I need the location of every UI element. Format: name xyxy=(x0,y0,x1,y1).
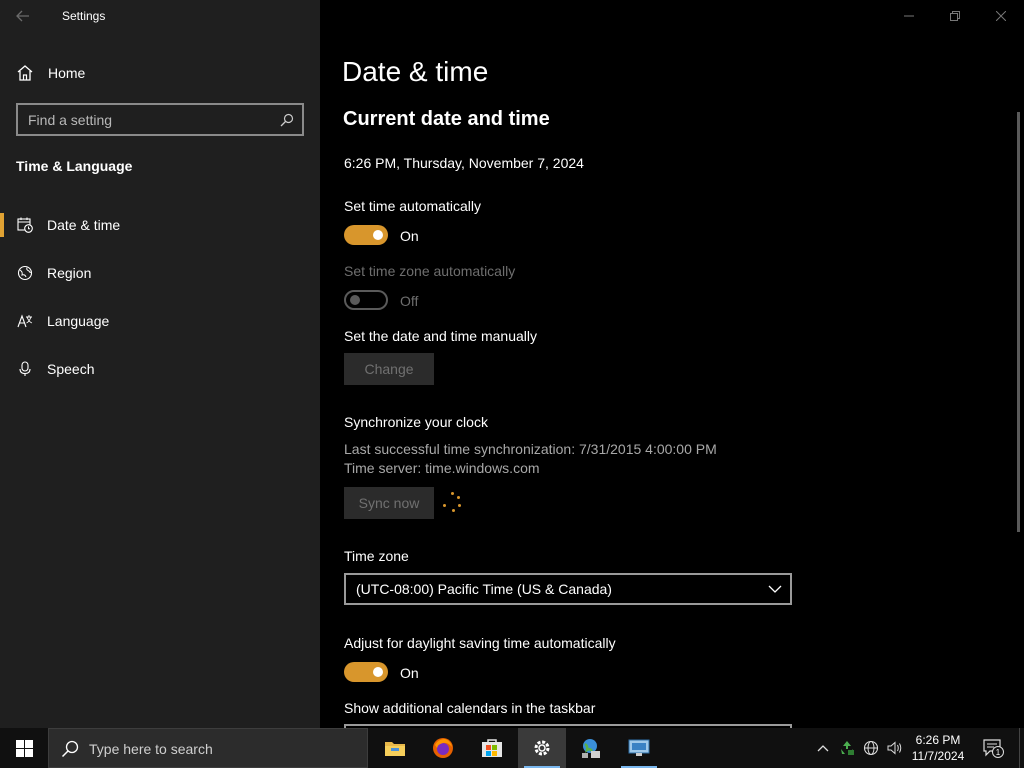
microphone-icon xyxy=(19,361,31,376)
restore-button[interactable] xyxy=(932,0,978,32)
home-nav-item[interactable]: Home xyxy=(0,56,320,90)
remote-desktop-icon xyxy=(628,739,650,756)
set-time-automatically-label: Set time automatically xyxy=(344,198,481,214)
toggle-state-text: Off xyxy=(400,293,419,309)
store-icon xyxy=(482,739,502,757)
change-button[interactable]: Change xyxy=(344,353,434,385)
sidebar-item-label: Language xyxy=(47,313,110,329)
time-zone-label: Time zone xyxy=(344,548,409,564)
network-tray-button[interactable] xyxy=(860,728,882,768)
sidebar-item-label: Region xyxy=(47,265,92,281)
toggle-knob xyxy=(373,667,383,677)
last-sync-text: Last successful time synchronization: 7/… xyxy=(344,441,717,457)
clock-date: 11/7/2024 xyxy=(911,749,965,763)
language-icon xyxy=(17,314,33,328)
dst-toggle[interactable] xyxy=(344,662,388,682)
minimize-icon xyxy=(904,15,914,17)
content-pane: Date & time Current date and time 6:26 P… xyxy=(320,0,1024,728)
taskbar-search[interactable]: Type here to search xyxy=(48,728,368,768)
sidebar-item-date-time[interactable]: Date & time xyxy=(0,205,320,245)
show-hidden-icons-button[interactable] xyxy=(812,728,834,768)
volume-icon xyxy=(887,741,902,755)
toggle-state-text: On xyxy=(400,228,419,244)
notification-icon: 1 xyxy=(983,739,1004,758)
find-setting-input[interactable] xyxy=(28,111,268,129)
network-globe-icon xyxy=(863,740,879,756)
time-zone-dropdown[interactable]: (UTC-08:00) Pacific Time (US & Canada) xyxy=(344,573,792,605)
home-icon xyxy=(17,65,33,81)
close-icon xyxy=(996,11,1006,21)
taskbar-settings[interactable] xyxy=(518,728,566,768)
navigation-pane: Settings Home Time & Language Date & tim… xyxy=(0,0,320,728)
show-desktop-button[interactable] xyxy=(1019,728,1024,768)
time-server-text: Time server: time.windows.com xyxy=(344,460,540,476)
windows-logo-icon xyxy=(15,739,33,757)
search-icon xyxy=(61,740,79,758)
back-button[interactable] xyxy=(10,4,36,28)
notification-count: 1 xyxy=(996,748,1001,757)
tray-app[interactable] xyxy=(836,728,858,768)
taskbar-clock[interactable]: 6:26 PM 11/7/2024 xyxy=(906,732,970,764)
taskbar-file-explorer[interactable] xyxy=(371,728,419,768)
sidebar-item-language[interactable]: Language xyxy=(0,301,320,341)
sidebar-item-speech[interactable]: Speech xyxy=(0,349,320,389)
action-center-button[interactable]: 1 xyxy=(978,728,1008,768)
taskbar-network-app[interactable] xyxy=(566,728,614,768)
calendar-clock-icon xyxy=(17,217,33,233)
recycle-tray-icon xyxy=(841,741,854,755)
search-icon[interactable] xyxy=(280,113,294,127)
taskbar-firefox[interactable] xyxy=(419,728,467,768)
globe-icon xyxy=(17,265,33,281)
loading-spinner xyxy=(442,492,462,514)
sidebar-item-label: Date & time xyxy=(47,217,121,233)
sidebar-item-region[interactable]: Region xyxy=(0,253,320,293)
taskbar: Type here to search 6:26 PM 11/7/2024 1 xyxy=(0,728,1024,768)
time-zone-value: (UTC-08:00) Pacific Time (US & Canada) xyxy=(356,581,612,597)
toggle-knob xyxy=(373,230,383,240)
scrollbar[interactable] xyxy=(1017,112,1020,532)
back-arrow-icon xyxy=(16,10,29,22)
sync-clock-label: Synchronize your clock xyxy=(344,414,488,430)
close-button[interactable] xyxy=(978,0,1024,32)
window-controls xyxy=(886,0,1024,32)
taskbar-search-placeholder: Type here to search xyxy=(89,741,213,757)
app-title: Settings xyxy=(62,9,106,23)
set-timezone-automatically-label: Set time zone automatically xyxy=(344,263,516,279)
current-datetime: 6:26 PM, Thursday, November 7, 2024 xyxy=(344,155,584,171)
network-app-icon xyxy=(582,739,600,758)
home-label: Home xyxy=(48,65,86,81)
file-explorer-icon xyxy=(385,742,405,756)
find-setting-search[interactable] xyxy=(16,103,304,136)
toggle-knob xyxy=(350,295,360,305)
set-time-automatically-toggle[interactable] xyxy=(344,225,388,245)
section-heading: Current date and time xyxy=(343,108,550,130)
start-button[interactable] xyxy=(0,728,48,768)
sync-now-button[interactable]: Sync now xyxy=(344,487,434,519)
additional-calendars-label: Show additional calendars in the taskbar xyxy=(344,700,596,716)
dst-label: Adjust for daylight saving time automati… xyxy=(344,635,616,651)
set-manually-label: Set the date and time manually xyxy=(344,328,538,344)
sidebar-item-label: Speech xyxy=(47,361,95,377)
toggle-state-text: On xyxy=(400,665,419,681)
restore-icon xyxy=(950,11,960,21)
chevron-up-icon xyxy=(817,745,829,752)
clock-time: 6:26 PM xyxy=(915,733,961,747)
page-title: Date & time xyxy=(342,56,489,87)
taskbar-store[interactable] xyxy=(468,728,516,768)
volume-tray-button[interactable] xyxy=(884,728,906,768)
title-bar: Settings xyxy=(0,0,320,32)
minimize-button[interactable] xyxy=(886,0,932,32)
chevron-down-icon xyxy=(768,585,782,593)
section-title: Time & Language xyxy=(16,158,133,174)
settings-icon xyxy=(534,740,550,756)
taskbar-remote-desktop[interactable] xyxy=(615,728,663,768)
firefox-icon xyxy=(433,738,453,758)
set-timezone-automatically-toggle[interactable] xyxy=(344,290,388,310)
